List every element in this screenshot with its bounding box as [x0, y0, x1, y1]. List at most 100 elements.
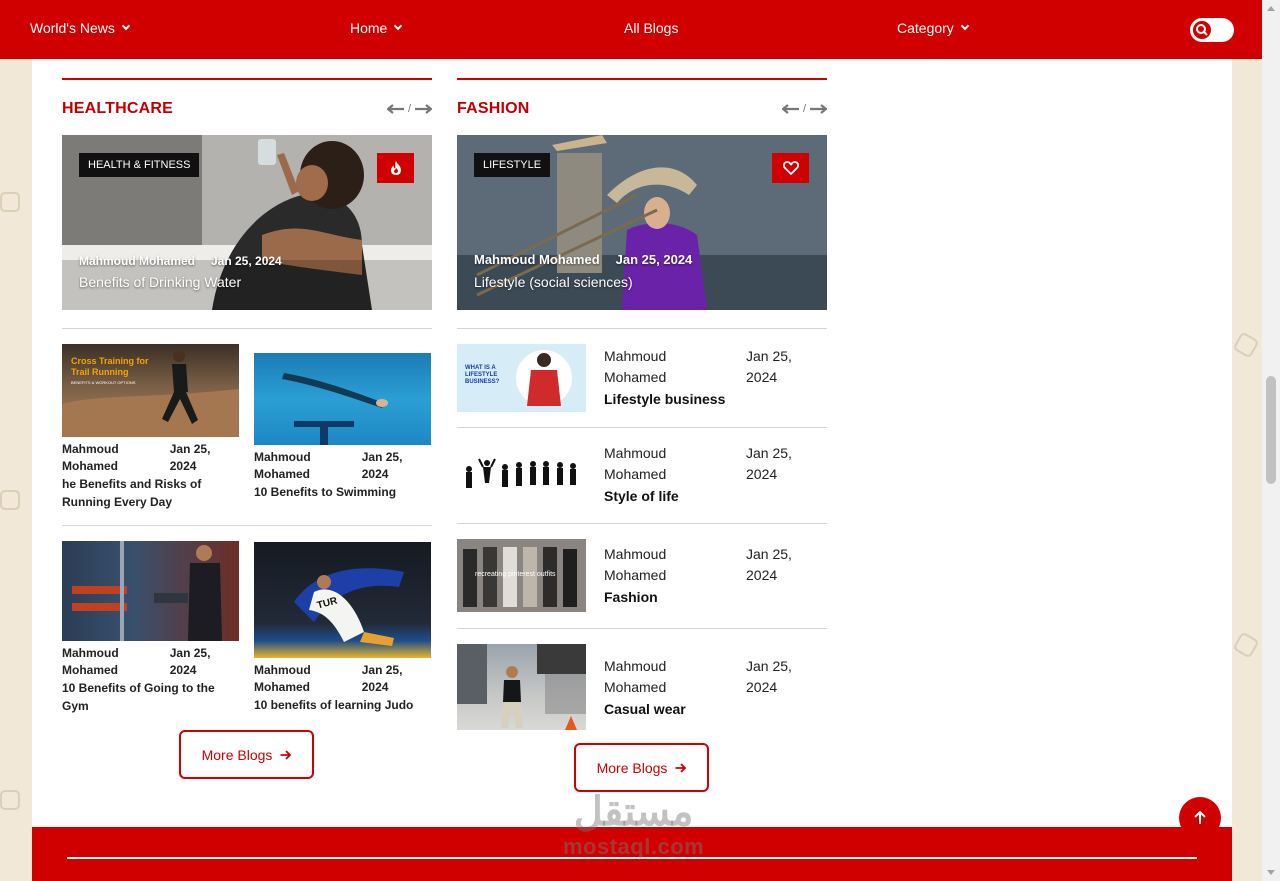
post-meta: Mahmoud Mohamed Jan 25, 2024	[254, 449, 431, 483]
post-card[interactable]: Cross Training for Trail Running BENEFIT…	[62, 344, 239, 511]
post-category-tag[interactable]: HEALTH & FITNESS	[79, 153, 200, 177]
post-date: Jan 25, 2024	[746, 348, 792, 385]
post-thumbnail[interactable]: WHAT IS A LIFESTYLE BUSINESS?	[457, 344, 586, 412]
search-icon	[1193, 21, 1211, 39]
back-to-top-button[interactable]	[1179, 797, 1221, 839]
post-meta: Mahmoud Mohamed Jan 25, 2024	[254, 662, 431, 696]
nav-category-label: Category	[897, 20, 954, 36]
chevron-down-icon	[394, 21, 403, 31]
list-row: Mahmoud Mohamed Jan 25, 2024 Casual wear	[457, 629, 827, 745]
post-thumbnail[interactable]: TUR	[254, 542, 431, 658]
silhouettes-image	[466, 458, 576, 488]
swimmer-image	[282, 373, 388, 445]
nav-brand-dropdown[interactable]: World's News	[30, 20, 131, 36]
page-scrollbar[interactable]	[1262, 0, 1280, 881]
post-thumbnail[interactable]	[62, 541, 239, 641]
post-title[interactable]: Style of life	[604, 488, 679, 504]
post-thumbnail[interactable]: recreating pinterest outfits	[457, 539, 586, 612]
post-thumbnail[interactable]	[457, 644, 586, 730]
post-title[interactable]: 10 Benefits to Swimming	[254, 483, 431, 501]
post-date: Jan 25, 2024	[746, 658, 792, 695]
healthcare-more-blogs-button[interactable]: More Blogs	[179, 730, 314, 779]
post-category-tag[interactable]: LIFESTYLE	[474, 153, 551, 177]
post-date: Jan 25, 2024	[361, 663, 403, 694]
post-date: Jan 25, 2024	[615, 252, 693, 267]
post-date: Jan 25, 2024	[746, 546, 792, 583]
featured-post-card[interactable]: LIFESTYLE Mahmoud Mohamed Jan 25, 2024 L…	[457, 135, 827, 310]
post-title[interactable]: 10 Benefits of Going to the Gym	[62, 679, 239, 715]
fashion-section: FASHION / LIFESTYLE Mahmoud Mohamed Jan …	[457, 59, 827, 745]
nav-category-dropdown[interactable]: Category	[897, 20, 970, 36]
judo-image	[294, 568, 404, 646]
post-title[interactable]: Casual wear	[604, 701, 686, 717]
nav-home-label: Home	[350, 20, 388, 36]
nav-brand-label: World's News	[30, 20, 115, 36]
background-decoration	[0, 790, 20, 810]
post-author: Mahmoud Mohamed	[79, 254, 195, 268]
arrows-separator: /	[802, 103, 806, 115]
post-date: Jan 25, 2024	[746, 445, 792, 482]
list-row: recreating pinterest outfits Mahmoud Moh…	[457, 524, 827, 628]
background-decoration	[1232, 631, 1260, 659]
scroll-up-icon[interactable]	[1267, 6, 1275, 11]
post-card[interactable]: Mahmoud Mohamed Jan 25, 2024 10 Benefits…	[62, 541, 239, 715]
post-title[interactable]: he Benefits and Risks of Running Every D…	[62, 475, 239, 511]
post-list-item[interactable]: recreating pinterest outfits Mahmoud Moh…	[457, 524, 827, 628]
post-title[interactable]: Lifestyle business	[604, 391, 725, 407]
post-title[interactable]: Benefits of Drinking Water	[79, 274, 241, 290]
post-date: Jan 25, 2024	[169, 442, 211, 473]
more-blogs-label: More Blogs	[596, 759, 668, 776]
arrow-left-icon[interactable]	[781, 104, 800, 114]
section-title: HEALTHCARE	[62, 100, 174, 117]
post-meta: Mahmoud Mohamed Jan 25, 2024	[79, 254, 282, 268]
post-date: Jan 25, 2024	[361, 450, 403, 481]
section-header: FASHION /	[457, 98, 827, 120]
thumb-headline: Cross Training for Trail Running	[71, 356, 149, 377]
flame-icon	[390, 161, 401, 175]
arrows-separator: /	[407, 103, 411, 115]
post-list-item[interactable]: Mahmoud Mohamed Jan 25, 2024 Casual wear	[457, 629, 827, 745]
top-navbar: World's News Home All Blogs Category	[0, 0, 1262, 59]
post-meta: Mahmoud Mohamed Jan 25, 2024	[62, 645, 239, 679]
post-title[interactable]: Fashion	[604, 589, 658, 605]
background-decoration	[1232, 331, 1260, 359]
arrow-left-icon[interactable]	[386, 104, 405, 114]
post-author: Mahmoud Mohamed	[254, 450, 311, 481]
featured-post-card[interactable]: HEALTH & FITNESS Mahmoud Mohamed Jan 25,…	[62, 135, 432, 310]
favorite-badge[interactable]	[772, 153, 809, 183]
post-author: Mahmoud Mohamed	[474, 252, 600, 267]
arrow-up-icon	[1194, 811, 1206, 824]
post-thumbnail[interactable]	[254, 353, 431, 445]
post-author: Mahmoud Mohamed	[62, 442, 119, 473]
post-card[interactable]: Mahmoud Mohamed Jan 25, 2024 10 Benefits…	[254, 353, 431, 501]
fashion-more-blogs-button[interactable]: More Blogs	[574, 743, 709, 792]
post-list-item[interactable]: Mahmoud Mohamed Jan 25, 2024 Style of li…	[457, 428, 827, 523]
arrow-right-icon	[675, 762, 687, 773]
post-date: Jan 25, 2024	[211, 254, 282, 268]
post-thumbnail[interactable]	[457, 443, 586, 511]
post-card[interactable]: TUR Mahmoud Mohamed Jan 25, 2024 10 bene…	[254, 542, 431, 714]
footer-rule	[67, 857, 1197, 859]
scrollbar-thumb[interactable]	[1266, 376, 1276, 484]
post-title[interactable]: Lifestyle (social sciences)	[474, 274, 633, 290]
arrow-right-icon[interactable]	[414, 104, 432, 114]
post-grid-row: Cross Training for Trail Running BENEFIT…	[62, 329, 432, 525]
post-meta: Mahmoud Mohamed Jan 25, 2024	[474, 252, 692, 267]
post-date: Jan 25, 2024	[169, 646, 211, 677]
more-blogs-label: More Blogs	[201, 746, 273, 763]
post-author: Mahmoud Mohamed	[254, 663, 311, 694]
trending-badge[interactable]	[377, 153, 414, 183]
nav-home-dropdown[interactable]: Home	[350, 20, 403, 36]
scroll-down-icon[interactable]	[1267, 870, 1275, 875]
arrow-right-icon[interactable]	[809, 104, 827, 114]
main-content: HEALTHCARE / HEALTH & FITNESS Mahmoud Mo…	[32, 59, 1232, 827]
thumb-headline: WHAT IS A LIFESTYLE BUSINESS?	[465, 365, 500, 385]
nav-all-blogs-link[interactable]: All Blogs	[624, 20, 678, 36]
post-title[interactable]: 10 benefits of learning Judo	[254, 696, 431, 714]
post-thumbnail[interactable]: Cross Training for Trail Running BENEFIT…	[62, 344, 239, 437]
chevron-down-icon	[960, 21, 970, 31]
arrow-right-icon	[280, 749, 292, 760]
post-author: Mahmoud Mohamed	[604, 348, 667, 385]
search-toggle[interactable]	[1190, 18, 1234, 42]
post-list-item[interactable]: WHAT IS A LIFESTYLE BUSINESS? Mahmoud Mo…	[457, 329, 827, 427]
